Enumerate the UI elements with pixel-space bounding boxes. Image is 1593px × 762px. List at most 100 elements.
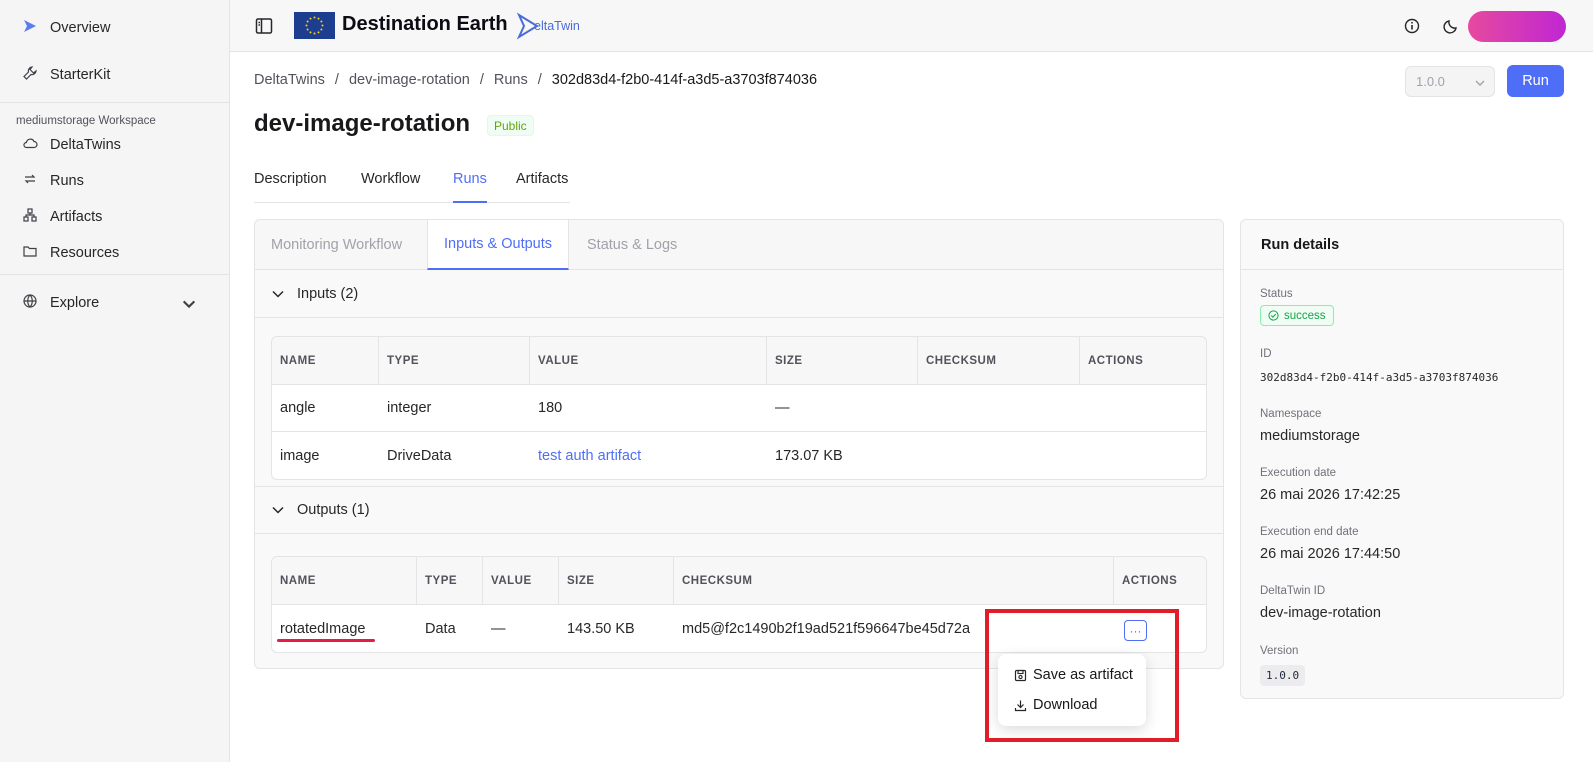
version-chip: 1.0.0 [1260,665,1306,686]
column-header: SIZE [559,557,674,604]
sidebar: Overview StarterKit mediumstorage Worksp… [0,0,230,762]
divider [0,274,229,275]
user-menu-button[interactable] [1468,11,1566,42]
column-header: NAME [272,337,379,384]
sidebar-item-label: Artifacts [50,209,103,225]
cell-name: rotatedImage [280,620,366,637]
sidebar-item-label: Explore [50,295,100,311]
tab-artifacts[interactable]: Artifacts [516,171,568,203]
tab-workflow[interactable]: Workflow [361,171,420,203]
chevron-down-icon[interactable] [181,296,197,316]
deltatwin-logo: eltaTwin [516,12,580,40]
id-value: 302d83d4-f2b0-414f-a3d5-a3703f874036 [1260,371,1499,384]
top-header: Destination Earth eltaTwin [230,0,1593,52]
tab-status-logs[interactable]: Status & Logs [571,220,693,270]
sidebar-item-label: Runs [50,173,84,189]
breadcrumb-separator: / [537,72,542,88]
id-label: ID [1260,348,1272,360]
repeat-icon [22,171,38,191]
column-header: VALUE [483,557,559,604]
breadcrumb-item-runs[interactable]: Runs [494,72,528,88]
sidebar-item-runs[interactable]: Runs [0,163,229,199]
execution-end-date-label: Execution end date [1260,526,1359,538]
tab-inputs-outputs[interactable]: Inputs & Outputs [427,220,570,270]
column-header: VALUE [530,337,767,384]
cell-type: Data [425,620,456,637]
visibility-badge: Public [487,115,534,136]
sidebar-item-overview[interactable]: Overview [0,10,229,46]
column-header: SIZE [767,337,918,384]
deltatwin-id-label: DeltaTwin ID [1260,585,1326,597]
wrench-icon [22,65,38,85]
deltatwin-id-value: dev-image-rotation [1260,605,1381,621]
sidebar-item-label: Resources [50,245,120,261]
run-button[interactable]: Run [1507,65,1564,97]
tab-runs[interactable]: Runs [453,171,487,203]
breadcrumb-item-current-run: 302d83d4-f2b0-414f-a3d5-a3703f874036 [551,72,818,88]
page-title: dev-image-rotation [254,110,471,137]
sidebar-item-resources[interactable]: Resources [0,235,229,271]
info-icon[interactable] [1404,18,1420,34]
execution-date-value: 26 mai 2026 17:42:25 [1260,487,1401,503]
status-value: success [1284,309,1326,322]
chevron-down-icon [272,506,284,514]
sidebar-item-label: Overview [50,20,111,36]
tab-monitoring-workflow[interactable]: Monitoring Workflow [255,220,418,270]
column-header: TYPE [417,557,483,604]
run-details-title: Run details [1241,220,1563,270]
cell-checksum: md5@f2c1490b2f19ad521f596647be45d72a [682,620,971,637]
inputs-section-toggle[interactable]: Inputs (2) [255,270,1223,318]
sidebar-item-label: StarterKit [50,67,111,83]
column-header: TYPE [379,337,530,384]
sidebar-item-starterkit[interactable]: StarterKit [0,57,229,93]
status-badge: success [1260,305,1334,326]
check-circle-icon [1268,310,1279,321]
main-tabs: Description Workflow Runs Artifacts [254,167,570,203]
sidebar-item-deltatwins[interactable]: DeltaTwins [0,127,229,163]
status-label: Status [1260,288,1293,300]
network-icon [22,207,38,227]
brand-title: Destination Earth [342,13,508,35]
artifact-link[interactable]: test auth artifact [530,432,641,479]
version-select[interactable]: 1.0.0 [1405,66,1495,97]
sidebar-item-artifacts[interactable]: Artifacts [0,199,229,235]
cell-size: — [775,400,790,416]
inputs-heading: Inputs (2) [297,285,359,302]
cell-size: 143.50 KB [567,620,635,637]
cell-name: angle [280,400,316,416]
breadcrumb-item-deltatwin[interactable]: dev-image-rotation [349,72,470,88]
sub-tabs: Monitoring Workflow Inputs & Outputs Sta… [255,220,1223,270]
version-label: Version [1260,645,1299,657]
dark-mode-moon-icon[interactable] [1443,18,1459,34]
inputs-table: NAME TYPE VALUE SIZE CHECKSUM ACTIONS an… [271,336,1207,480]
sidebar-toggle-icon[interactable] [254,16,274,36]
column-header: CHECKSUM [674,557,1114,604]
outputs-section-toggle[interactable]: Outputs (1) [255,486,1223,534]
annotation-underline [277,639,375,642]
run-content-card: Monitoring Workflow Inputs & Outputs Sta… [254,219,1224,669]
table-row: image DriveData test auth artifact 173.0… [272,432,1206,479]
globe-icon [22,293,38,313]
cell-type: integer [387,400,432,416]
cloud-icon [22,135,38,155]
breadcrumb-item-deltatwins[interactable]: DeltaTwins [254,72,325,88]
chevron-down-icon [1475,80,1485,86]
cell-type: DriveData [387,447,452,464]
table-row: angle integer 180 — [272,385,1206,432]
eu-flag-logo [294,12,335,39]
sidebar-item-explore[interactable]: Explore [0,285,229,321]
cell-size: 173.07 KB [775,447,843,464]
namespace-value: mediumstorage [1260,428,1360,444]
version-select-value: 1.0.0 [1416,74,1445,89]
workspace-label: mediumstorage Workspace [16,115,156,127]
execution-end-date-value: 26 mai 2026 17:44:50 [1260,546,1401,562]
column-header: ACTIONS [1088,354,1144,367]
breadcrumb-separator: / [334,72,339,88]
cell-value: 180 [538,400,563,416]
execution-date-label: Execution date [1260,467,1337,479]
table-header: NAME TYPE VALUE SIZE CHECKSUM ACTIONS [272,557,1206,605]
cell-value: — [491,620,506,637]
chevron-down-icon [272,290,284,298]
namespace-label: Namespace [1260,408,1322,420]
tab-description[interactable]: Description [254,171,327,203]
